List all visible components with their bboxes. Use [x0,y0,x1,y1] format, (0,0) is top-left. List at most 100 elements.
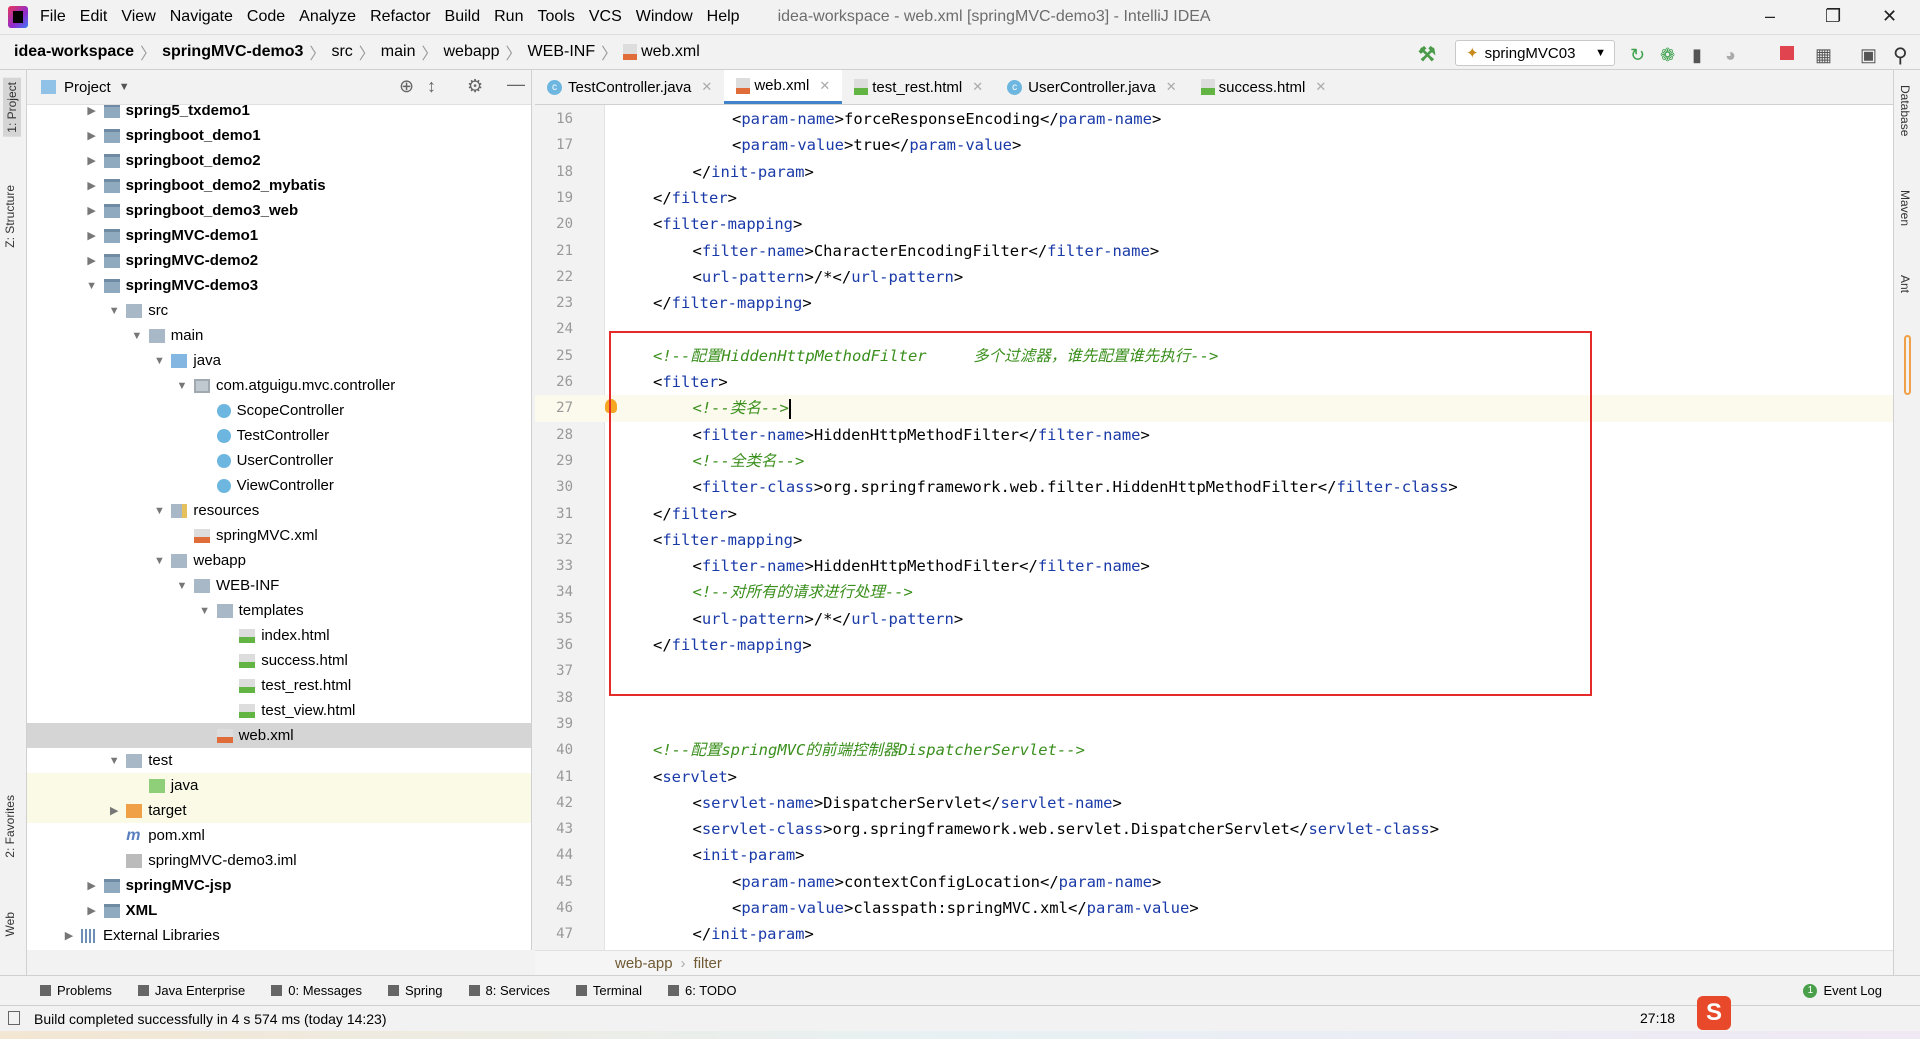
tree-item[interactable]: ViewController [27,473,531,498]
chevron-down-icon[interactable]: ▼ [106,755,122,767]
tab-test_rest-html[interactable]: test_rest.html ✕ [842,70,995,104]
menu-code[interactable]: Code [247,8,285,25]
tree-item[interactable]: test_view.html [27,698,531,723]
chevron-right-icon[interactable]: ▶ [84,254,100,267]
profile-icon[interactable]: ◕ [1725,45,1743,65]
close-tab-icon[interactable]: ✕ [1315,79,1326,95]
chevron-right-icon[interactable]: ▶ [84,204,100,217]
tree-item[interactable]: ▼ main [27,323,531,348]
toolwindow-8-services[interactable]: 8: Services [468,983,550,998]
chevron-right-icon[interactable]: ▶ [84,904,100,917]
menu-help[interactable]: Help [707,8,740,25]
tree-item[interactable]: ▼ java [27,348,531,373]
chevron-down-icon[interactable]: ▼ [174,580,190,592]
tree-item[interactable]: ▶ springMVC-demo2 [27,248,531,273]
menu-analyze[interactable]: Analyze [299,8,356,25]
tree-item[interactable]: ▶ spring5_txdemo1 [27,105,531,123]
close-button[interactable]: ✕ [1882,6,1897,27]
event-log-button[interactable]: 1 Event Log [1803,983,1882,998]
locate-icon[interactable]: ⊕ [399,76,414,97]
tree-item[interactable]: ScopeController [27,398,531,423]
toolwindow-spring[interactable]: Spring [387,983,443,998]
tab-structure[interactable]: Z: Structure [3,185,17,248]
close-tab-icon[interactable]: ✕ [701,79,712,95]
code-line[interactable]: 30 <filter-class>org.springframework.web.… [535,474,1893,500]
menu-tools[interactable]: Tools [537,8,574,25]
tree-item[interactable]: ▼ com.atguigu.mvc.controller [27,373,531,398]
code-line[interactable]: 25 <!--配置HiddenHttpMethodFilter 多个过滤器，谁先配… [535,343,1893,369]
crumb-item[interactable]: springMVC-demo3 [162,43,303,61]
code-line[interactable]: 23 </filter-mapping> [535,290,1893,316]
chevron-down-icon[interactable]: ▼ [84,280,100,292]
chevron-down-icon[interactable]: ▼ [106,305,122,317]
code-line[interactable]: 29 <!--全类名--> [535,448,1893,474]
run-configuration-select[interactable]: ✦ springMVC03 ▼ [1455,40,1615,66]
code-line[interactable]: 26 <filter> [535,369,1893,395]
toolwindow-terminal[interactable]: Terminal [575,983,642,998]
chevron-down-icon[interactable]: ▼ [151,355,167,367]
tree-item[interactable]: ▶ springboot_demo3_web [27,198,531,223]
toolwindow-problems[interactable]: Problems [40,983,112,998]
project-structure-icon[interactable]: ▦ [1815,45,1833,65]
code-line[interactable]: 18 </init-param> [535,159,1893,185]
tab-usercontroller-java[interactable]: c UserController.java ✕ [995,70,1188,104]
chevron-right-icon[interactable]: ▶ [84,179,100,192]
tree-item[interactable]: index.html [27,623,531,648]
toolwindow-java-enterprise[interactable]: Java Enterprise [137,983,245,998]
code-line[interactable]: 19 </filter> [535,185,1893,211]
build-hammer-icon[interactable]: ⚒ [1418,42,1436,67]
tab-testcontroller-java[interactable]: c TestController.java ✕ [535,70,724,104]
tab-favorites[interactable]: 2: Favorites [3,795,17,858]
tab-database[interactable]: Database [1898,85,1912,136]
menu-build[interactable]: Build [445,8,481,25]
caret-position[interactable]: 27:18 [1640,1010,1675,1026]
code-line[interactable]: 38 [535,685,1893,711]
code-line[interactable]: 32 <filter-mapping> [535,527,1893,553]
code-line[interactable]: 34 <!--对所有的请求进行处理--> [535,579,1893,605]
tree-item[interactable]: ▼ springMVC-demo3 [27,273,531,298]
tree-item[interactable]: java [27,773,531,798]
menu-file[interactable]: File [40,8,66,25]
chevron-down-icon[interactable]: ▼ [151,505,167,517]
tree-item[interactable]: test_rest.html [27,673,531,698]
minimize-button[interactable]: – [1765,6,1775,27]
chevron-down-icon[interactable]: ▼ [197,605,213,617]
tree-item[interactable]: ▶ target [27,798,531,823]
toggle-tool-windows-icon[interactable] [8,1011,20,1025]
code-line[interactable]: 27 <!--类名--> [535,395,1893,422]
code-line[interactable]: 37 [535,658,1893,684]
menu-view[interactable]: View [121,8,155,25]
debug-icon[interactable]: ❁ [1660,45,1678,65]
chevron-right-icon[interactable]: ▶ [84,229,100,242]
project-view-select[interactable]: Project [64,79,111,96]
tree-item[interactable]: TestController [27,423,531,448]
code-editor[interactable]: 16 <param-name>forceResponseEncoding</par… [535,105,1893,950]
rerun-icon[interactable]: ↻ [1630,45,1648,65]
tab-web[interactable]: Web [3,912,17,936]
chevron-right-icon[interactable]: ▶ [84,129,100,142]
menu-edit[interactable]: Edit [80,8,108,25]
tree-item[interactable]: ▼ resources [27,498,531,523]
hide-icon[interactable]: — [507,74,525,95]
code-line[interactable]: 17 <param-value>true</param-value> [535,132,1893,158]
chevron-right-icon[interactable]: ▶ [84,105,100,117]
collapse-all-icon[interactable]: ↕ [427,76,436,97]
coverage-icon[interactable]: ▮ [1692,45,1710,65]
crumb-item[interactable]: src [331,43,352,61]
tree-item[interactable]: springMVC-demo3.iml [27,848,531,873]
lightbulb-icon[interactable] [605,399,617,414]
code-line[interactable]: 36 </filter-mapping> [535,632,1893,658]
tree-item[interactable]: ▶ XML [27,898,531,923]
chevron-down-icon[interactable]: ▼ [119,81,130,93]
chevron-down-icon[interactable]: ▼ [151,555,167,567]
scrollbar-thumb[interactable] [1904,335,1911,395]
tab-ant[interactable]: Ant [1898,275,1912,293]
code-line[interactable]: 42 <servlet-name>DispatcherServlet</servl… [535,790,1893,816]
crumb-item[interactable]: WEB-INF [528,43,596,61]
breadcrumb-web-app[interactable]: web-app [615,955,673,972]
tree-item[interactable]: Scratches and Consoles [27,948,531,950]
crumb-item[interactable]: webapp [443,43,499,61]
code-line[interactable]: 43 <servlet-class>org.springframework.web… [535,816,1893,842]
breadcrumb-filter[interactable]: filter [694,955,722,972]
code-line[interactable]: 16 <param-name>forceResponseEncoding</par… [535,106,1893,132]
